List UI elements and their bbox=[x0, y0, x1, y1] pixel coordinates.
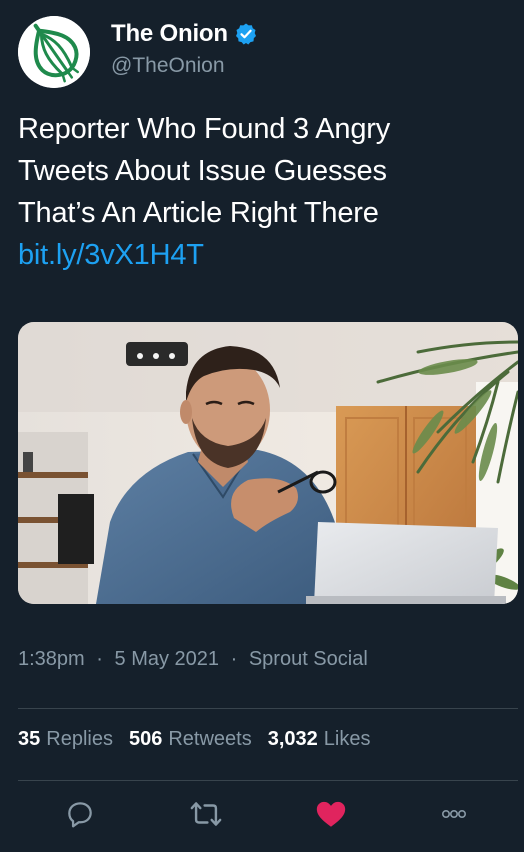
photo-man-at-laptop bbox=[18, 322, 518, 604]
likes-count: 3,032 bbox=[267, 728, 318, 750]
like-button[interactable] bbox=[309, 792, 353, 836]
tweet-media-photo[interactable] bbox=[18, 322, 518, 604]
retweet-button[interactable] bbox=[184, 792, 228, 836]
tweet-actions bbox=[0, 792, 524, 838]
onion-logo-icon bbox=[18, 16, 90, 88]
likes-label: Likes bbox=[323, 728, 371, 750]
meta-separator: · bbox=[96, 648, 103, 670]
tweet-text-line: Tweets About Issue Guesses bbox=[18, 155, 387, 187]
display-name-row: The Onion bbox=[111, 18, 258, 50]
retweets-count: 506 bbox=[128, 728, 163, 750]
replies-count: 35 bbox=[18, 728, 41, 750]
tweet-link[interactable]: bit.ly/3vX1H4T bbox=[18, 234, 508, 276]
tweet-text-line: That’s An Article Right There bbox=[18, 197, 379, 229]
tweet-meta: 1:38pm · 5 May 2021 · Sprout Social bbox=[18, 648, 368, 671]
reply-button[interactable] bbox=[58, 792, 102, 836]
more-icon bbox=[442, 810, 466, 819]
more-button[interactable] bbox=[432, 792, 476, 836]
tweet-card: The Onion @TheOnion Reporter Who Found 3… bbox=[0, 0, 524, 852]
retweets-label: Retweets bbox=[168, 728, 252, 750]
tweet-header: The Onion @TheOnion bbox=[18, 16, 506, 90]
tweet-body: Reporter Who Found 3 Angry Tweets About … bbox=[18, 108, 508, 276]
replies-stat[interactable]: 35 Replies bbox=[18, 728, 113, 751]
display-name[interactable]: The Onion bbox=[111, 20, 228, 48]
meta-separator: · bbox=[230, 648, 238, 670]
likes-stat[interactable]: 3,032 Likes bbox=[268, 728, 371, 751]
tweet-stats: 35 Replies 506 Retweets 3,032 Likes bbox=[18, 728, 386, 751]
divider bbox=[18, 708, 518, 709]
replies-label: Replies bbox=[46, 728, 113, 750]
reply-icon bbox=[68, 802, 92, 828]
tweet-source[interactable]: Sprout Social bbox=[249, 648, 368, 670]
author-info: The Onion @TheOnion bbox=[111, 18, 258, 78]
retweet-icon bbox=[190, 802, 222, 826]
heart-icon bbox=[316, 801, 346, 827]
tweet-time[interactable]: 1:38pm bbox=[18, 648, 85, 670]
divider bbox=[18, 780, 518, 781]
retweets-stat[interactable]: 506 Retweets bbox=[129, 728, 252, 751]
tweet-text-line: Reporter Who Found 3 Angry bbox=[18, 113, 390, 145]
tweet-date[interactable]: 5 May 2021 bbox=[115, 648, 220, 670]
handle[interactable]: @TheOnion bbox=[111, 54, 258, 78]
avatar[interactable] bbox=[18, 16, 90, 88]
verified-badge-icon bbox=[235, 23, 256, 45]
